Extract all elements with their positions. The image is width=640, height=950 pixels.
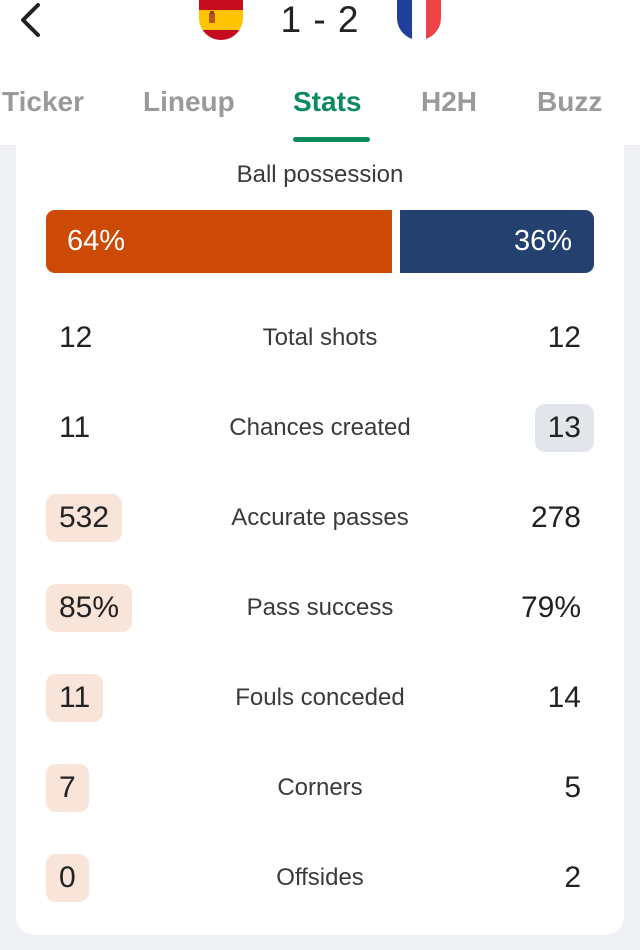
tab-h2h[interactable]: H2H (421, 86, 477, 118)
stat-away-value: 278 (530, 501, 581, 534)
tab-ticker[interactable]: Ticker (2, 86, 84, 118)
stat-row-accurate-passes: 532 Accurate passes 278 (16, 494, 624, 542)
stat-away-value: 14 (547, 681, 581, 714)
stat-away-value: 2 (564, 861, 581, 894)
spain-flag-icon (199, 0, 243, 40)
stat-label: Fouls conceded (235, 684, 405, 711)
stat-row-corners: 7 Corners 5 (16, 764, 624, 812)
tab-bar: Ticker Lineup Stats H2H Buzz (0, 80, 640, 145)
stat-label: Offsides (276, 864, 364, 891)
possession-title: Ball possession (236, 161, 404, 188)
stat-row-pass-success: 85% Pass success 79% (16, 584, 624, 632)
match-header: 1 - 2 Ticker Lineup Stats H2H Buzz (0, 0, 640, 145)
back-button[interactable] (12, 0, 52, 42)
stat-label: Corners (277, 774, 363, 801)
stat-away-value: 5 (564, 771, 581, 804)
active-tab-indicator (293, 137, 370, 142)
stat-row-offsides: 0 Offsides 2 (16, 854, 624, 902)
france-flag-icon (397, 0, 441, 40)
stat-away-value: 13 (534, 404, 594, 452)
possession-home-segment: 64% (46, 210, 392, 273)
tab-stats[interactable]: Stats (293, 86, 361, 118)
stat-label: Total shots (262, 324, 378, 351)
possession-bar: 64% 36% (46, 210, 594, 273)
stat-label: Chances created (229, 414, 411, 441)
stat-row-total-shots: 12 Total shots 12 (16, 314, 624, 362)
stat-away-value: 79% (520, 591, 581, 624)
possession-away-segment: 36% (400, 210, 594, 273)
stat-row-fouls-conceded: 11 Fouls conceded 14 (16, 674, 624, 722)
stat-away-value: 12 (547, 321, 581, 354)
stat-row-chances-created: 11 Chances created 13 (16, 404, 624, 452)
tab-lineup[interactable]: Lineup (143, 86, 235, 118)
stats-card: Ball possession 64% 36% 12 Total shots 1… (16, 145, 624, 935)
tab-buzz[interactable]: Buzz (537, 86, 602, 118)
match-score: 1 - 2 (280, 0, 360, 40)
chevron-left-icon (21, 3, 40, 37)
